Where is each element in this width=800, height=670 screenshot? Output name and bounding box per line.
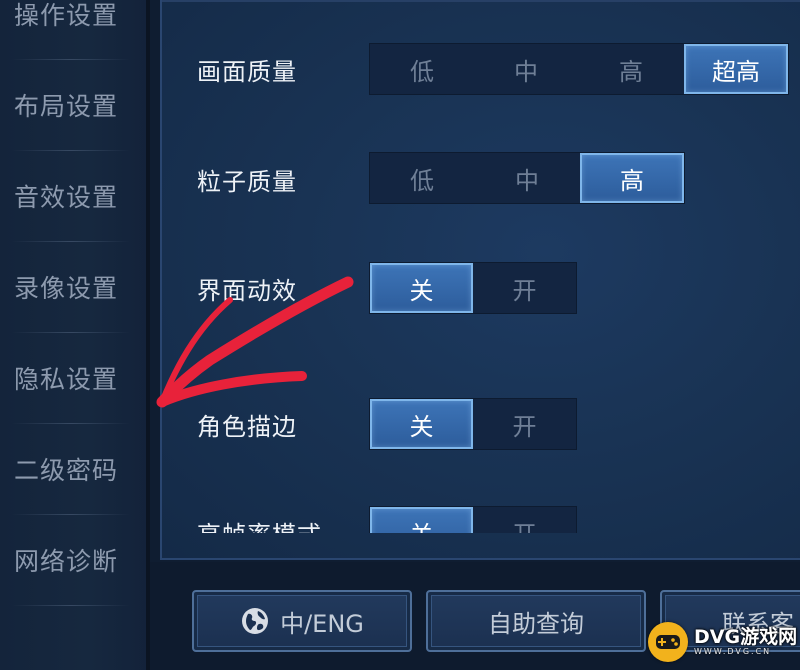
settings-sidebar: 操作设置 布局设置 音效设置 录像设置 隐私设置 二级密码 网络诊断 bbox=[0, 0, 148, 670]
high-frame-rate-label: 高帧率模式 bbox=[197, 515, 322, 533]
sidebar-item-audio[interactable]: 音效设置 bbox=[0, 150, 140, 241]
particle-quality-label: 粒子质量 bbox=[197, 168, 297, 196]
character-outline-label: 角色描边 bbox=[197, 413, 297, 441]
high-frame-rate-toggle: 关 开 bbox=[369, 506, 577, 533]
high-frame-rate-option-on[interactable]: 开 bbox=[473, 507, 576, 534]
particle-quality-option-low[interactable]: 低 bbox=[370, 153, 474, 203]
sidebar-item-label: 操作设置 bbox=[14, 0, 119, 30]
picture-quality-option-medium[interactable]: 中 bbox=[474, 44, 578, 94]
picture-quality-option-low[interactable]: 低 bbox=[370, 44, 474, 94]
globe-icon bbox=[240, 606, 270, 636]
character-outline-toggle: 关 开 bbox=[369, 398, 577, 450]
self-help-query-button[interactable]: 自助查询 bbox=[426, 590, 646, 652]
watermark-url: WWW.DVG.CN bbox=[694, 647, 772, 656]
picture-quality-option-ultra[interactable]: 超高 bbox=[684, 44, 788, 94]
ui-animation-toggle: 关 开 bbox=[369, 262, 577, 314]
sidebar-item-label: 网络诊断 bbox=[14, 546, 119, 576]
sidebar-item-network-diagnosis[interactable]: 网络诊断 bbox=[0, 514, 140, 605]
language-switch-label: 中/ENG bbox=[280, 609, 364, 638]
high-frame-rate-option-off[interactable]: 关 bbox=[370, 507, 474, 533]
sidebar-item-recording[interactable]: 录像设置 bbox=[0, 241, 140, 332]
sidebar-divider bbox=[12, 605, 130, 606]
character-outline-option-on[interactable]: 开 bbox=[473, 399, 576, 449]
sidebar-item-label: 音效设置 bbox=[14, 182, 119, 212]
sidebar-item-label: 二级密码 bbox=[14, 455, 119, 485]
sidebar-item-layout[interactable]: 布局设置 bbox=[0, 59, 140, 150]
picture-quality-label: 画面质量 bbox=[197, 58, 297, 86]
site-watermark: DVG游戏网 WWW.DVG.CN bbox=[648, 618, 798, 666]
sidebar-item-secondary-password[interactable]: 二级密码 bbox=[0, 423, 140, 514]
particle-quality-selector: 低 中 高 bbox=[369, 152, 685, 204]
character-outline-option-off[interactable]: 关 bbox=[370, 399, 474, 449]
settings-panel: 画面质量 低 中 高 超高 粒子质量 低 中 高 界面动效 关 开 角色描边 关… bbox=[160, 0, 800, 560]
sidebar-item-controls[interactable]: 操作设置 bbox=[0, 0, 140, 59]
sidebar-item-label: 隐私设置 bbox=[14, 364, 119, 394]
sidebar-item-label: 录像设置 bbox=[14, 273, 119, 303]
picture-quality-option-high[interactable]: 高 bbox=[578, 44, 684, 94]
sidebar-item-privacy[interactable]: 隐私设置 bbox=[0, 332, 140, 423]
language-switch-button[interactable]: 中/ENG bbox=[192, 590, 412, 652]
sidebar-item-label: 布局设置 bbox=[14, 91, 119, 121]
watermark-brand: DVG游戏网 bbox=[694, 626, 798, 648]
self-help-query-label: 自助查询 bbox=[488, 609, 584, 638]
ui-animation-option-on[interactable]: 开 bbox=[473, 263, 576, 313]
picture-quality-selector: 低 中 高 超高 bbox=[369, 43, 789, 95]
ui-animation-option-off[interactable]: 关 bbox=[370, 263, 474, 313]
gamepad-logo-icon bbox=[648, 622, 688, 662]
particle-quality-option-medium[interactable]: 中 bbox=[474, 153, 580, 203]
ui-animation-label: 界面动效 bbox=[197, 277, 297, 305]
settings-scroll-area[interactable]: 画面质量 低 中 高 超高 粒子质量 低 中 高 界面动效 关 开 角色描边 关… bbox=[162, 0, 800, 533]
particle-quality-option-high[interactable]: 高 bbox=[580, 153, 684, 203]
